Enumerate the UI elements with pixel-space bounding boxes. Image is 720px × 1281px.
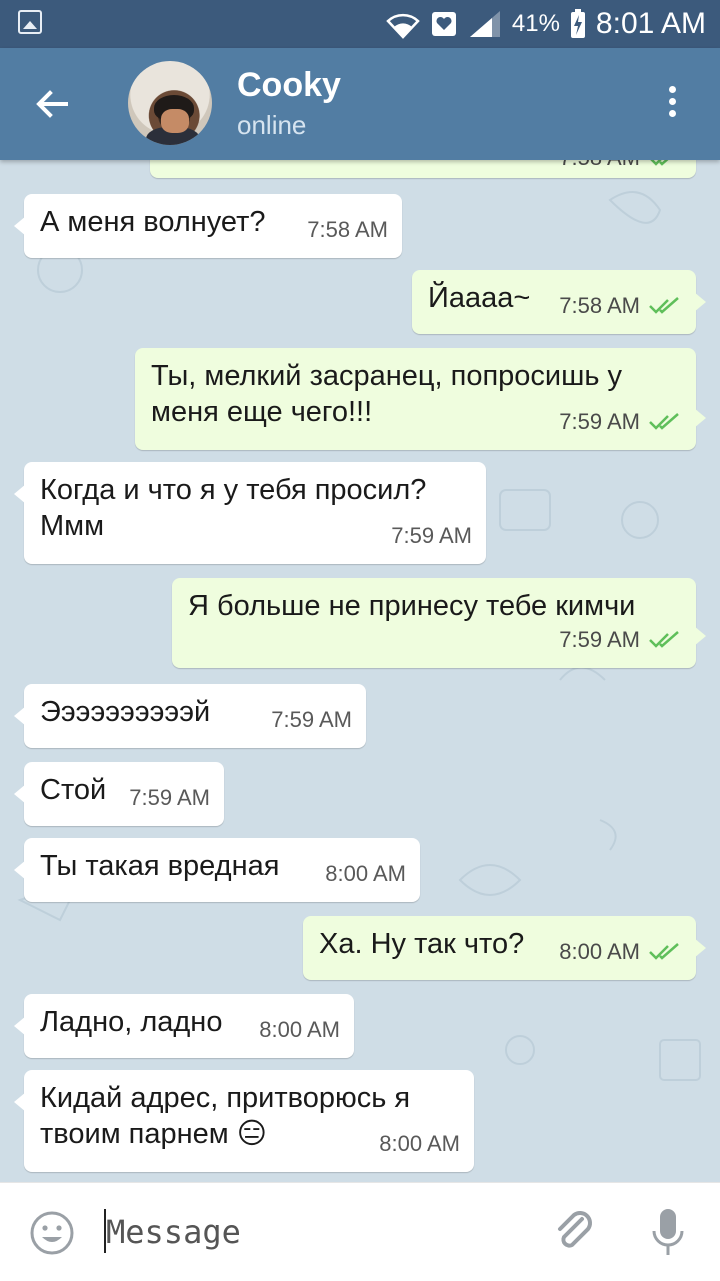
- message-time: 7:58 AM: [559, 293, 640, 318]
- message-time: 7:59 AM: [271, 707, 352, 732]
- message-time: 8:00 AM: [379, 1131, 460, 1156]
- message-time: 7:59 AM: [559, 627, 640, 652]
- text-cursor: [104, 1209, 106, 1253]
- message-time: 7:58 AM: [307, 217, 388, 242]
- message-time: 7:59 AM: [129, 785, 210, 810]
- message-time: 7:58 AM: [559, 160, 640, 176]
- message-list[interactable]: 7:58 AM А меня волнует? 7:58 AM Йаааа~ 7…: [0, 160, 720, 1182]
- message-bubble[interactable]: Ты такая вредная 8:00 AM: [14, 838, 420, 902]
- message-time: 8:00 AM: [559, 939, 640, 964]
- composer-bar: [0, 1182, 720, 1281]
- microphone-button[interactable]: [650, 1205, 686, 1259]
- message-bubble[interactable]: Йаааа~ 7:58 AM: [412, 270, 706, 334]
- double-check-icon: [649, 943, 679, 960]
- heart-notification-icon: [430, 10, 458, 38]
- message-time: 7:59 AM: [391, 523, 472, 548]
- double-check-icon: [649, 631, 679, 648]
- paperclip-icon: [558, 1211, 592, 1248]
- chat-header: Cooky online: [0, 48, 720, 160]
- contact-status: online: [237, 110, 307, 140]
- message-bubble[interactable]: Стой 7:59 AM: [14, 762, 224, 826]
- contact-name[interactable]: Cooky: [237, 66, 341, 105]
- message-time: 7:59 AM: [559, 409, 640, 434]
- avatar[interactable]: [128, 61, 212, 145]
- battery-charging-icon: [570, 9, 586, 39]
- more-options-button[interactable]: [660, 82, 684, 126]
- message-bubble[interactable]: Когда и что я у тебя просил? Ммм 7:59 AM: [14, 462, 486, 564]
- message-bubble[interactable]: Ха. Ну так что? 8:00 AM: [303, 916, 706, 980]
- gallery-notification-icon: [18, 10, 42, 34]
- double-check-icon: [649, 297, 679, 314]
- message-text: Я больше не принесу тебе кимчи: [188, 590, 636, 622]
- message-bubble[interactable]: Ты, мелкий засранец, попросишь у меня ещ…: [135, 348, 706, 450]
- message-input[interactable]: [104, 1203, 528, 1261]
- arrow-left-icon: [36, 90, 68, 118]
- attach-button[interactable]: [550, 1207, 600, 1257]
- message-bubble[interactable]: Ээээээээээй 7:59 AM: [14, 684, 366, 748]
- status-icons: 41% 8:01 AM: [386, 6, 706, 42]
- wifi-icon: [386, 11, 420, 39]
- signal-icon: [468, 9, 502, 39]
- message-bubble[interactable]: Кидай адрес, притворюсь я твоим парнем 😑…: [14, 1070, 474, 1172]
- message-time: 8:00 AM: [325, 861, 406, 886]
- emoji-button[interactable]: [28, 1209, 76, 1257]
- microphone-icon: [652, 1209, 684, 1255]
- battery-percent: 41%: [511, 10, 560, 37]
- clock: 8:01 AM: [595, 7, 706, 40]
- double-check-icon: [650, 160, 669, 166]
- message-bubble[interactable]: Ладно, ладно 8:00 AM: [14, 994, 354, 1058]
- smiley-icon: [30, 1211, 74, 1255]
- message-bubble[interactable]: А меня волнует? 7:58 AM: [14, 194, 402, 258]
- message-bubble[interactable]: Я больше не принесу тебе кимчи 7:59 AM: [172, 578, 706, 668]
- status-bar: 41% 8:01 AM: [0, 0, 720, 48]
- message-time: 8:00 AM: [259, 1017, 340, 1042]
- double-check-icon: [649, 413, 679, 430]
- message-bubble[interactable]: 7:58 AM: [150, 160, 696, 178]
- back-button[interactable]: [30, 82, 74, 126]
